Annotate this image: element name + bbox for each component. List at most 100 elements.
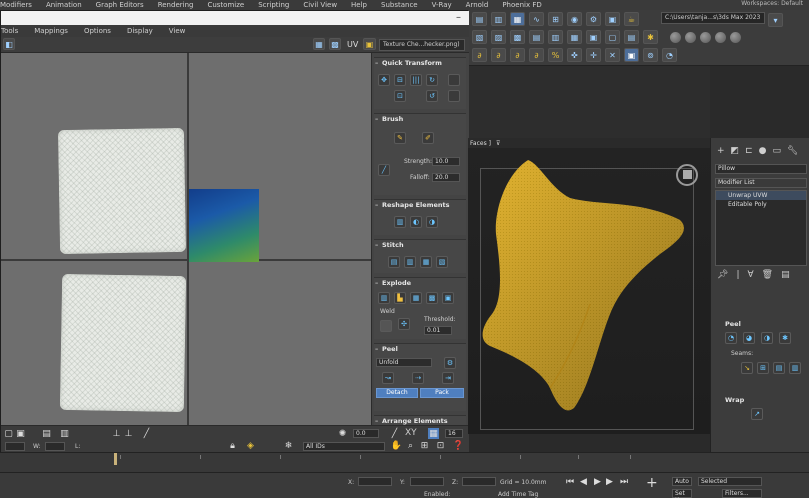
quick-align-icon[interactable]: ▥ — [548, 30, 563, 44]
snap-icon[interactable]: ▧ — [472, 30, 487, 44]
pin-stack-icon[interactable]: 📌︎ — [717, 270, 728, 280]
relax-until-flat-icon[interactable]: ◑ — [426, 216, 438, 228]
edit-seams-icon[interactable]: ↘ — [741, 362, 753, 374]
peel-rollout-title[interactable]: Peel — [725, 320, 741, 328]
rollout-title[interactable]: Peel — [374, 344, 466, 354]
add-key-icon[interactable]: + — [646, 475, 658, 491]
snowflake-icon[interactable]: ❄ — [283, 440, 294, 451]
align-view-icon[interactable]: ▤ — [624, 30, 639, 44]
configure-sets-icon[interactable]: ▤ — [781, 270, 790, 280]
paint-brush-icon[interactable]: ╱ — [378, 164, 390, 176]
peel-reset-icon[interactable]: ⇥ — [442, 372, 454, 384]
peel-mode-dropdown[interactable]: Unfold — [376, 358, 432, 367]
xform-icon[interactable]: ✕ — [605, 48, 620, 62]
schematic-view-icon[interactable]: ⊞ — [548, 12, 563, 26]
pivot-icon[interactable]: ⊡ — [394, 90, 406, 102]
curve-editor-icon[interactable]: ∿ — [529, 12, 544, 26]
convert-seams-icon[interactable]: ▥ — [789, 362, 801, 374]
z-field[interactable] — [462, 477, 496, 486]
y-field[interactable] — [410, 477, 444, 486]
uv-menu-item[interactable]: Options — [84, 27, 111, 35]
straighten-icon[interactable]: ▥ — [394, 216, 406, 228]
go-to-end-icon[interactable]: ⏭ — [620, 477, 628, 487]
modify-tab-icon[interactable]: ◩ — [731, 146, 740, 156]
peel-icon[interactable]: ◑ — [761, 332, 773, 344]
space-icon[interactable] — [448, 90, 460, 102]
edit-named-sets-icon[interactable]: ✜ — [567, 48, 582, 62]
material-editor-icon[interactable]: ◉ — [567, 12, 582, 26]
sphere-icon[interactable] — [700, 31, 711, 43]
zoom-region-icon[interactable]: ⊞ — [419, 440, 430, 451]
space-icon[interactable] — [448, 74, 460, 86]
rollout-title[interactable]: Explode — [374, 278, 466, 288]
normal-align-icon[interactable]: ▦ — [567, 30, 582, 44]
uv-menu-item[interactable]: Display — [127, 27, 153, 35]
detach-button[interactable]: Detach — [376, 388, 418, 398]
menu-item[interactable]: Scripting — [258, 1, 289, 9]
help-icon[interactable]: ❓ — [453, 440, 464, 451]
render-icon[interactable]: ☕ — [624, 12, 639, 26]
peel-icon[interactable]: ◔ — [725, 332, 737, 344]
sphere-icon[interactable] — [685, 31, 696, 43]
paint-select-icon[interactable]: ╱ — [141, 428, 152, 439]
align-icon[interactable]: ▩ — [510, 30, 525, 44]
stitch-target-icon[interactable]: ▧ — [436, 256, 448, 268]
texture-icon[interactable]: ▣ — [363, 38, 376, 50]
uv-viewport[interactable] — [1, 53, 371, 425]
perspective-viewport[interactable]: Faces ] ⊽ — [468, 138, 710, 434]
stitch-custom-icon[interactable]: ▤ — [388, 256, 400, 268]
gizmo-icon[interactable]: ◔ — [662, 48, 677, 62]
viewport-label[interactable]: Faces ] — [470, 140, 491, 147]
selected-dropdown[interactable]: Selected — [698, 477, 762, 486]
uv-menu-item[interactable]: Tools — [1, 27, 18, 35]
menu-item[interactable]: Rendering — [158, 1, 194, 9]
menu-item[interactable]: Help — [351, 1, 367, 9]
loop-icon[interactable]: ⊥ — [111, 428, 122, 439]
project-folder-icon[interactable]: ▾ — [768, 13, 783, 27]
place-highlight-icon[interactable]: ▣ — [586, 30, 601, 44]
uv-mode-icon[interactable]: ◧ — [3, 38, 15, 50]
utilities-tab-icon[interactable]: 🔧︎ — [787, 146, 798, 156]
zoom-extents-icon[interactable]: ⊡ — [435, 440, 446, 451]
show-end-result-icon[interactable]: | — [736, 270, 739, 280]
hierarchy-tab-icon[interactable]: ⊏ — [745, 146, 753, 156]
relax-icon[interactable]: ◐ — [410, 216, 422, 228]
explode-smooth-icon[interactable]: ▥ — [378, 292, 390, 304]
relax-brush-icon[interactable]: ✎ — [394, 132, 406, 144]
zoom-icon[interactable]: ⌕ — [405, 440, 416, 451]
array-icon[interactable]: ▨ — [491, 30, 506, 44]
explode-checker-icon[interactable]: ▩ — [426, 292, 438, 304]
stitch-average-icon[interactable]: ▦ — [420, 256, 432, 268]
sphere-icon[interactable] — [670, 31, 681, 43]
lock-icon[interactable]: 🔒︎ — [227, 440, 238, 451]
motion-tab-icon[interactable]: ● — [759, 146, 767, 156]
pack-button[interactable]: Pack — [420, 388, 464, 398]
workspaces-selector[interactable]: Workspaces: Default — [741, 0, 803, 7]
viewcube[interactable] — [676, 164, 698, 186]
pillow-mesh[interactable] — [470, 154, 706, 430]
checker-icon[interactable]: ▦ — [313, 38, 325, 50]
scene-explorer-icon[interactable]: ▦ — [510, 12, 525, 26]
rollout-title[interactable]: Brush — [374, 114, 466, 124]
bulb-icon[interactable]: ✱ — [643, 30, 658, 44]
object-name-field[interactable]: Pillow — [715, 164, 807, 174]
explode-seams-icon[interactable]: ▣ — [442, 292, 454, 304]
peel-quick-icon[interactable]: ↝ — [382, 372, 394, 384]
rotate-ccw-icon[interactable]: ↺ — [426, 90, 438, 102]
weld-icon[interactable] — [380, 320, 392, 332]
layer-explorer-icon[interactable]: ▤ — [472, 12, 487, 26]
snap-2d-icon[interactable]: ∂ — [472, 48, 487, 62]
x-field[interactable] — [358, 477, 392, 486]
grow-selection-icon[interactable]: ▤ — [41, 428, 52, 439]
pan-icon[interactable]: ✋ — [391, 440, 402, 451]
timeline[interactable] — [0, 452, 809, 472]
menu-item[interactable]: Phoenix FD — [502, 1, 541, 9]
grid-snap-icon[interactable]: ▦ — [428, 428, 439, 439]
wrap-rollout-title[interactable]: Wrap — [725, 396, 744, 404]
mirror-icon[interactable]: ▤ — [529, 30, 544, 44]
align-camera-icon[interactable]: ▢ — [605, 30, 620, 44]
selection-set-icon[interactable]: ▣ — [624, 48, 639, 62]
filters-button[interactable]: Filters... — [722, 489, 762, 498]
checker-display-icon[interactable]: ▩ — [329, 38, 341, 50]
pin-brush-icon[interactable]: ✐ — [422, 132, 434, 144]
